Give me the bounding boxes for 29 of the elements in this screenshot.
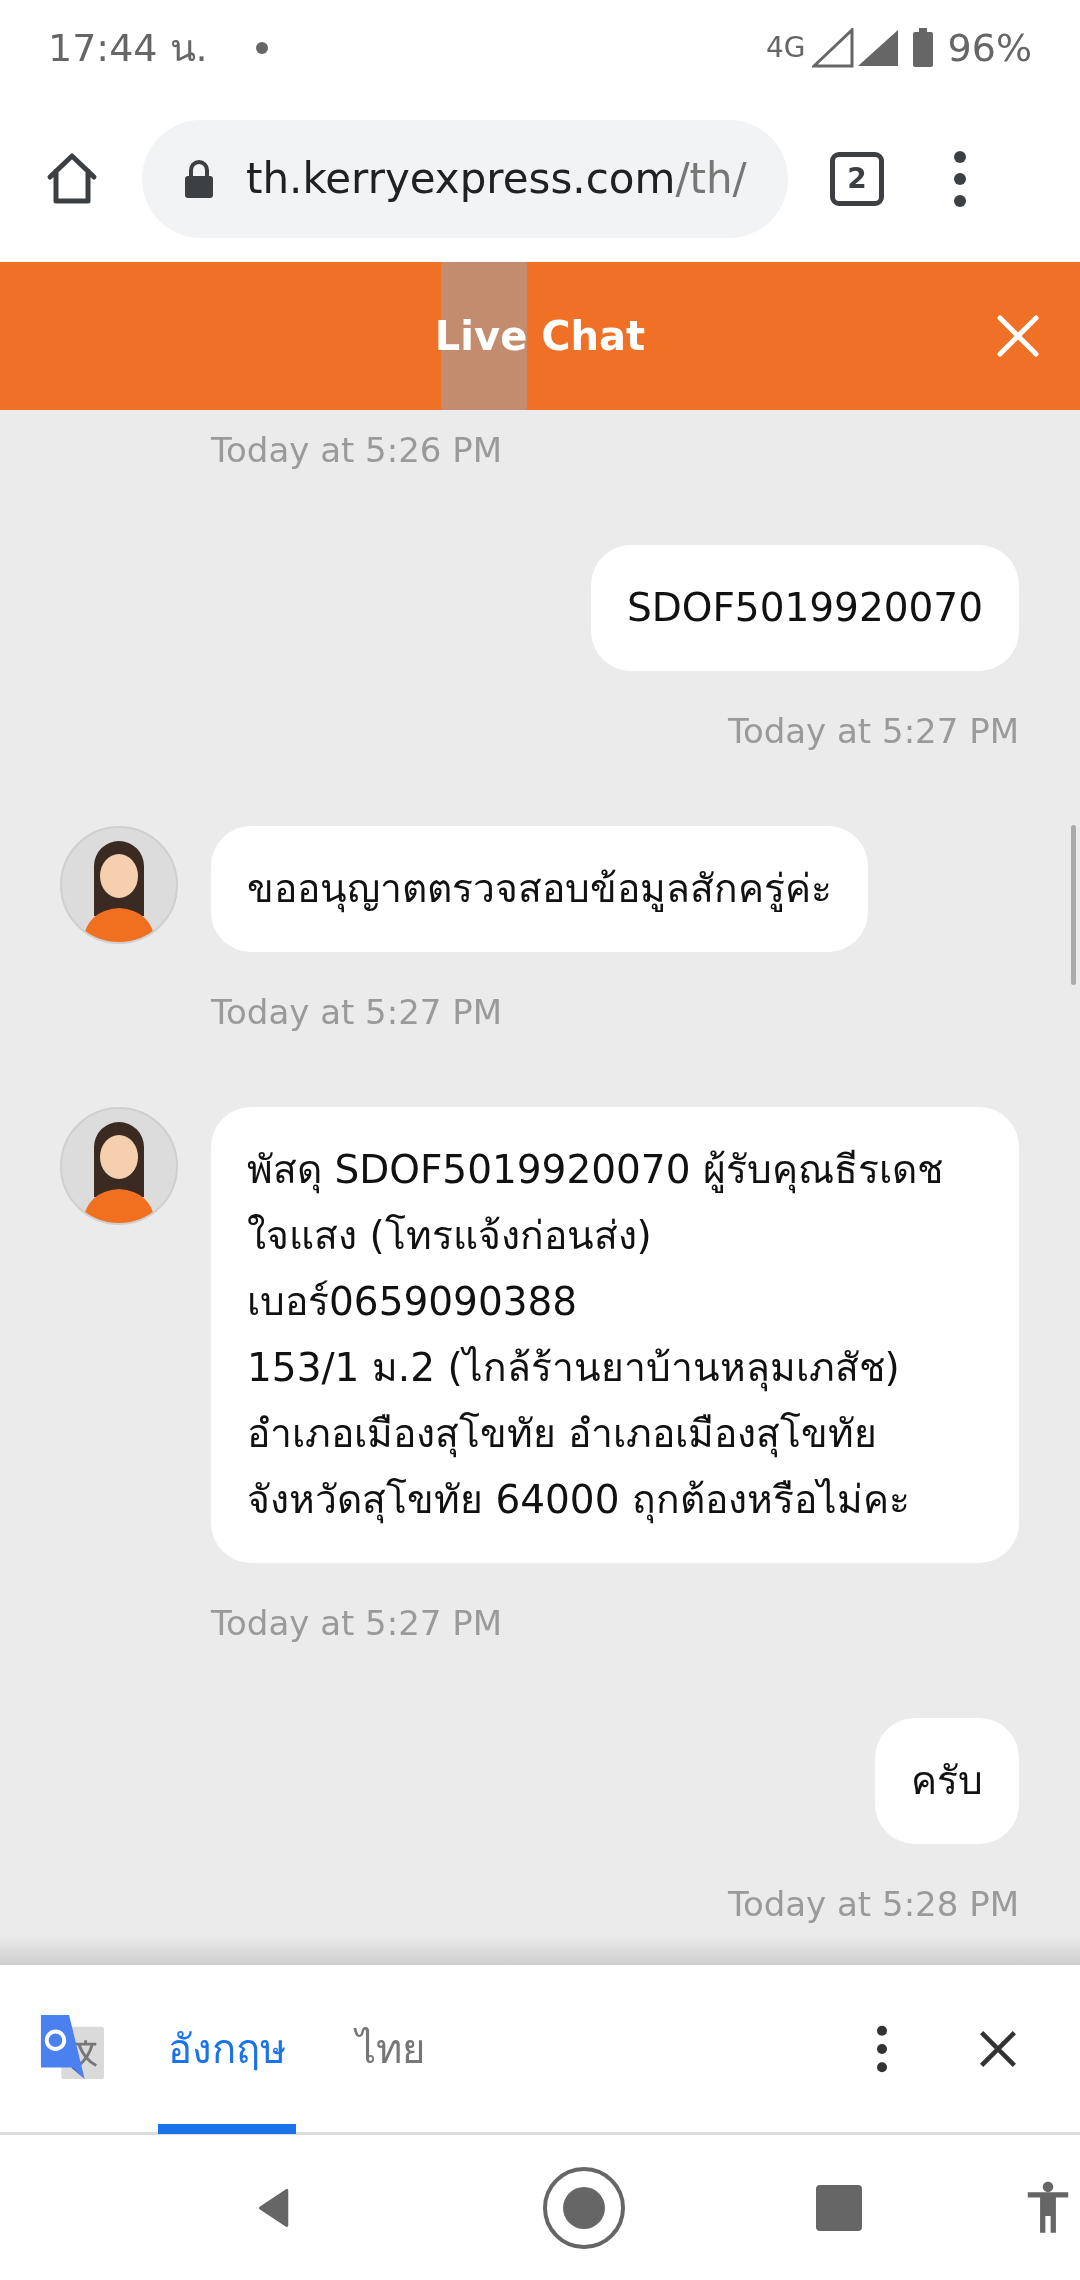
received-message: พัสดุ SDOF5019920070 ผู้รับคุณธีรเดช ใจแสง (โทรแจ้งก่อนส่ง) เบอร์0659090388 153/1 ม.2 (ไกล้ร้านยาบ้านหลุมเภสัช) อำเภอเมืองสุโขทัย อำเภอเมืองสุโขทัย จังหวัดสุโขทัย 64000 ถุกต้องหรือไม่คะ — [211, 1107, 1019, 1563]
address-bar[interactable]: th.kerryexpress.com/th/ — [142, 119, 788, 238]
status-time: 17:44 น. — [48, 25, 208, 72]
url-text: th.kerryexpress.com/th/ — [246, 154, 747, 203]
language-tab[interactable]: ไทย — [346, 1963, 435, 2134]
accessibility-icon[interactable] — [1026, 2180, 1070, 2235]
message-time: Today at 5:27 PM — [211, 992, 503, 1032]
recents-icon[interactable] — [816, 2184, 862, 2231]
received-message: ขออนุญาตตรวจสอบข้อมูลสักครู่ค่ะ — [211, 826, 868, 952]
language-tab[interactable]: อังกฤษ — [158, 1963, 296, 2134]
more-icon[interactable] — [954, 148, 966, 209]
sent-message: ครับ — [875, 1718, 1019, 1844]
tab-count-button[interactable]: 2 — [830, 151, 884, 206]
lock-icon — [182, 158, 216, 199]
message-time: Today at 5:28 PM — [727, 1884, 1019, 1924]
more-icon[interactable] — [876, 2023, 888, 2074]
sent-message: SDOF5019920070 — [590, 545, 1019, 671]
agent-avatar-icon — [60, 826, 178, 944]
message-time: Today at 5:27 PM — [211, 1603, 503, 1643]
chat-title: Live Chat — [434, 313, 646, 359]
battery-icon — [911, 27, 934, 68]
message-time: Today at 5:26 PM — [211, 430, 503, 470]
network-type: 4G — [766, 31, 806, 64]
home-button-icon[interactable] — [542, 2165, 626, 2250]
close-icon[interactable] — [978, 2028, 1018, 2069]
battery-percent: 96% — [947, 25, 1032, 70]
notification-dot-icon — [255, 41, 268, 54]
agent-avatar-icon — [60, 1107, 178, 1225]
message-time: Today at 5:27 PM — [727, 711, 1019, 751]
